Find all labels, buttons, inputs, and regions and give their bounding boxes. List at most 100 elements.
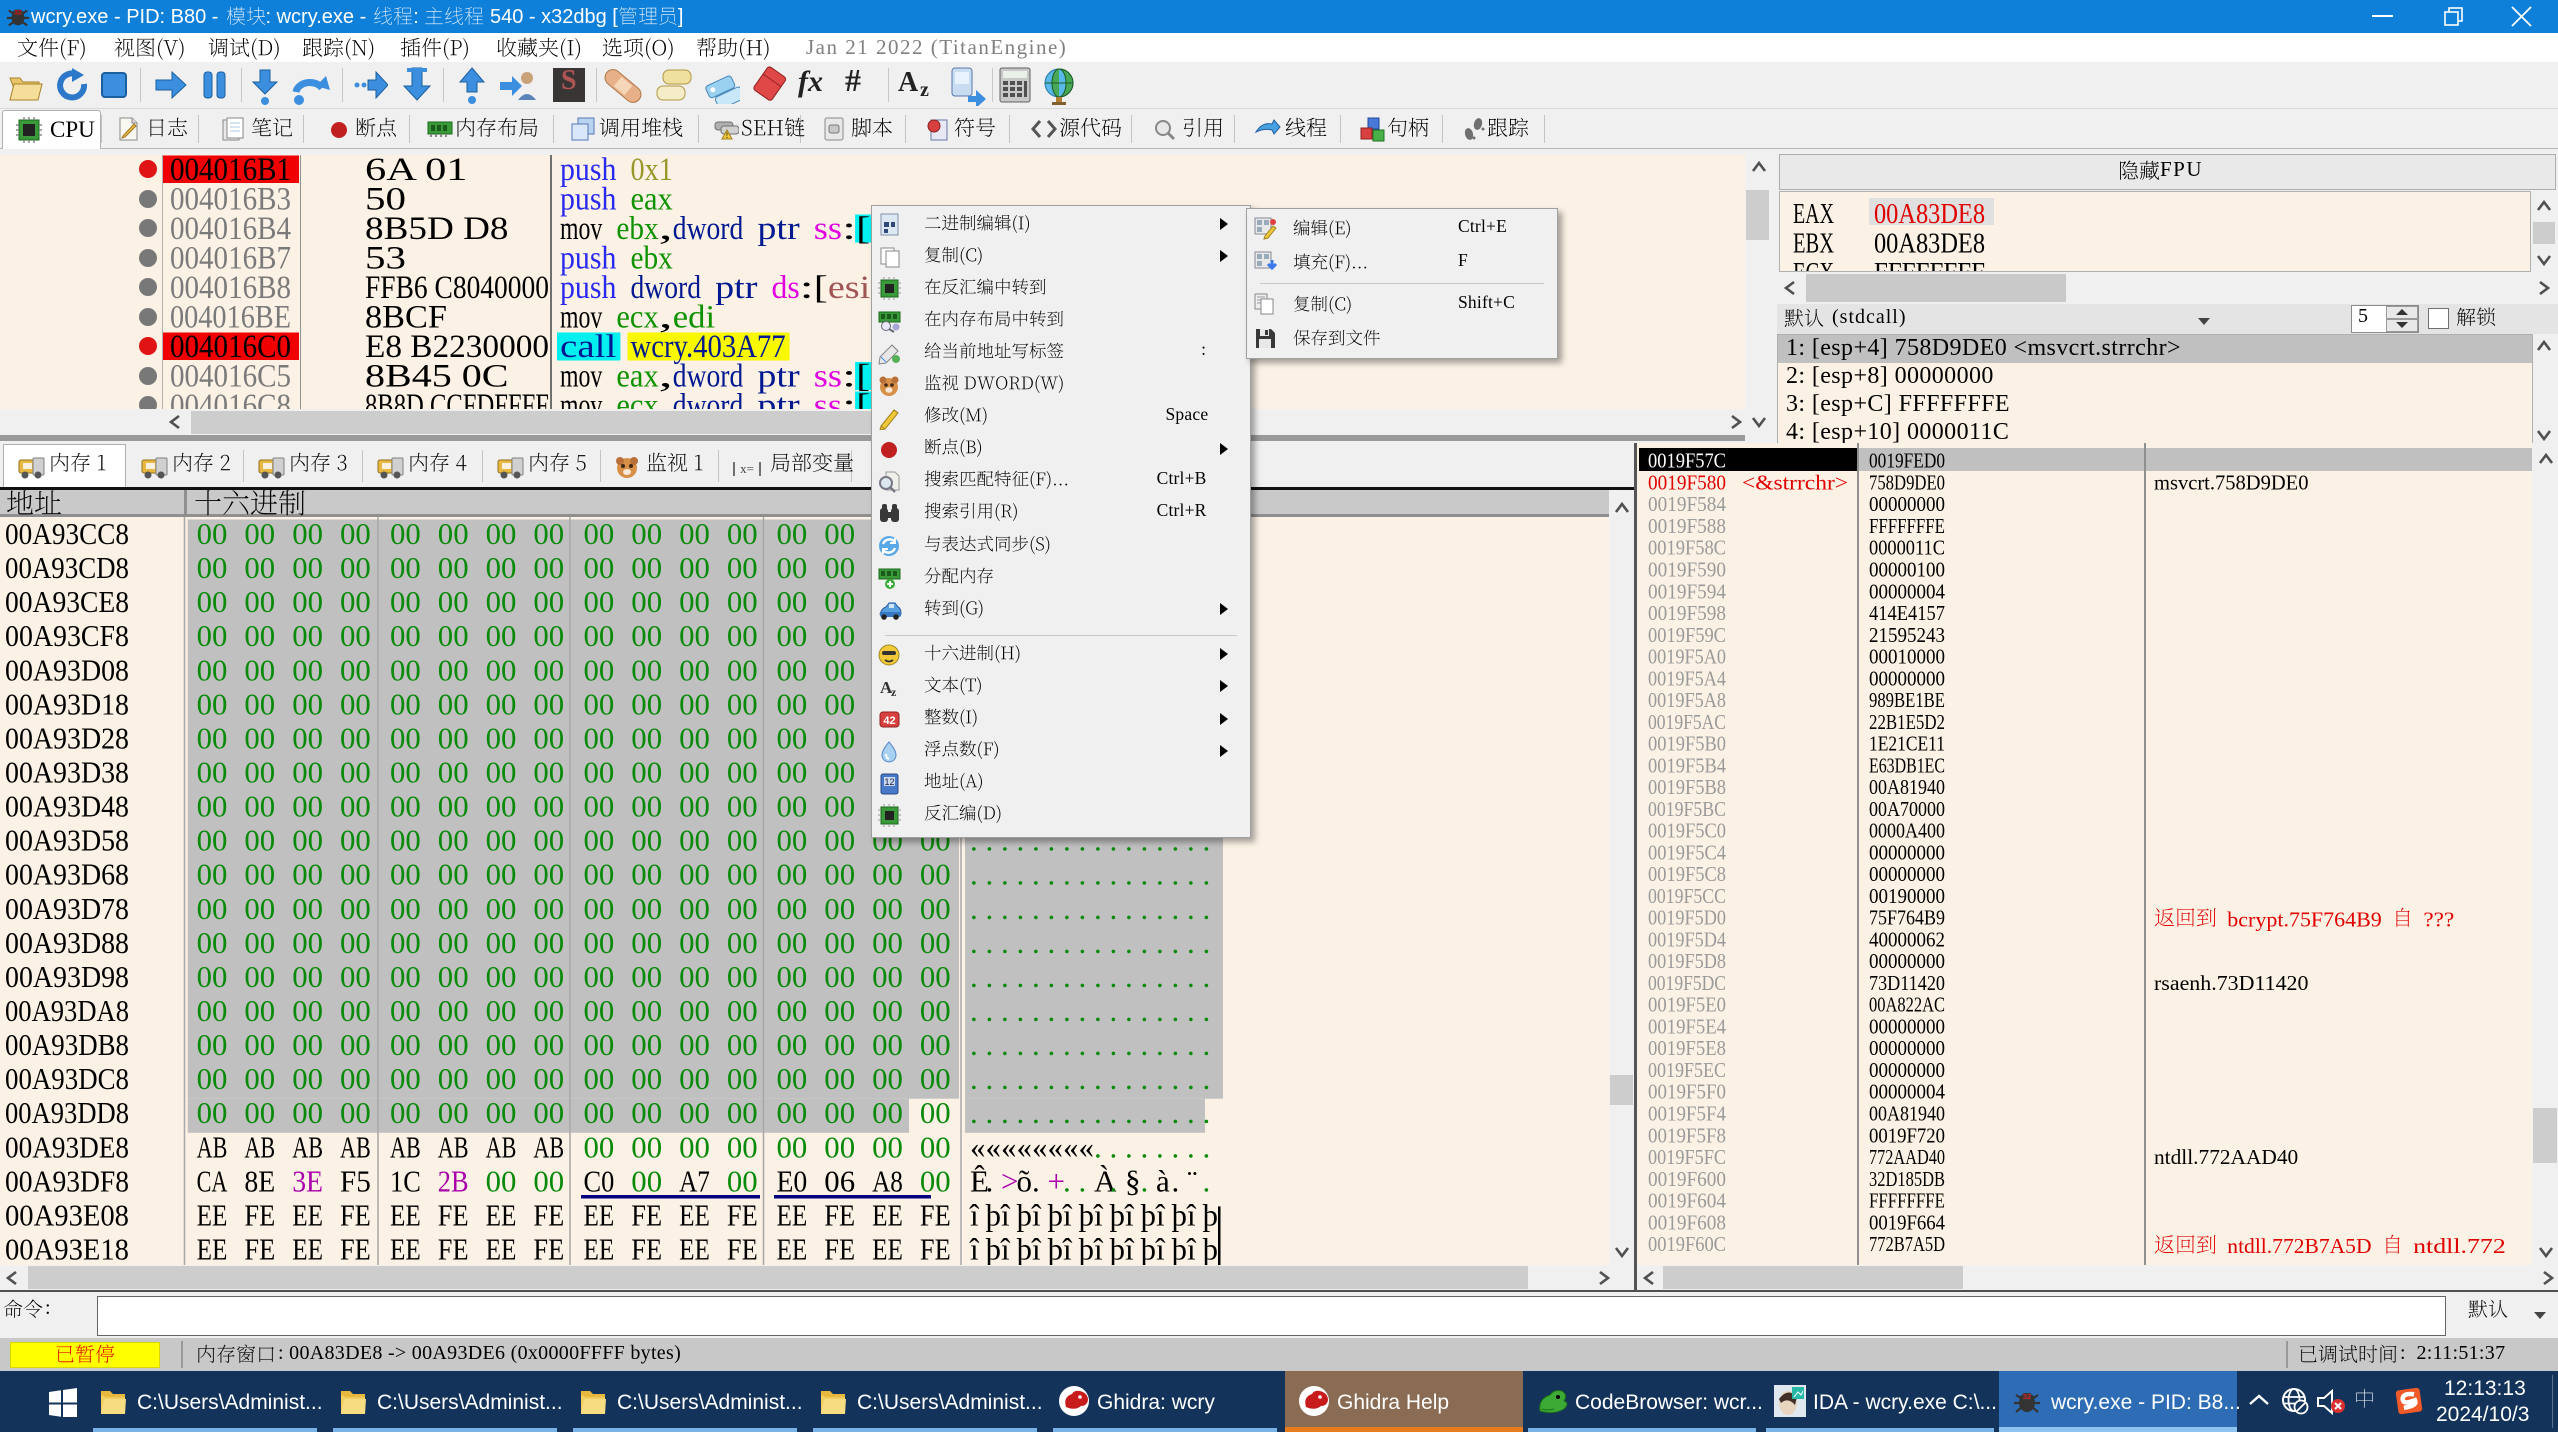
svg-text:00: 00 <box>872 891 903 926</box>
svg-text:00: 00 <box>197 1061 228 1096</box>
svg-text:FE: FE <box>920 1197 951 1232</box>
svg-text:00A93D98: 00A93D98 <box>5 959 129 994</box>
svg-text:00: 00 <box>872 925 903 960</box>
svg-text:00: 00 <box>777 1027 808 1062</box>
svg-text:00: 00 <box>340 550 371 585</box>
svg-text:00: 00 <box>486 720 517 755</box>
svg-text:.: . <box>970 925 978 960</box>
svg-text:.: . <box>1032 891 1040 926</box>
svg-text:0019F5FC: 0019F5FC <box>1648 1145 1726 1169</box>
svg-text:0019F5A4: 0019F5A4 <box>1648 666 1726 690</box>
svg-text:00: 00 <box>292 517 323 551</box>
svg-text:00: 00 <box>584 959 615 994</box>
svg-text:FE: FE <box>727 1232 758 1266</box>
svg-text:00: 00 <box>727 857 758 892</box>
svg-text:00A93D88: 00A93D88 <box>5 925 129 960</box>
svg-text:þ: þ <box>1079 1197 1095 1232</box>
svg-text:00A93CF8: 00A93CF8 <box>5 618 129 653</box>
svg-text:î: î <box>1124 1197 1135 1232</box>
svg-text:00: 00 <box>438 652 469 687</box>
svg-text:þ: þ <box>1048 1232 1064 1266</box>
svg-text:AB: AB <box>533 1129 564 1164</box>
svg-text:00: 00 <box>727 1027 758 1062</box>
svg-text:.: . <box>1032 1095 1040 1130</box>
svg-text:FE: FE <box>340 1232 371 1266</box>
svg-text:00: 00 <box>584 993 615 1028</box>
svg-text:21595243: 21595243 <box>1869 623 1945 647</box>
svg-text:00: 00 <box>727 584 758 619</box>
svg-text:.: . <box>1156 1095 1164 1130</box>
svg-text:00: 00 <box>197 652 228 687</box>
svg-text:00000000: 00000000 <box>1869 1015 1945 1039</box>
svg-text:00: 00 <box>390 755 421 790</box>
svg-text:00: 00 <box>920 1163 951 1198</box>
svg-text:.: . <box>1001 1095 1009 1130</box>
svg-text:.: . <box>1203 857 1211 892</box>
svg-text:00: 00 <box>679 1027 710 1062</box>
svg-text::: : <box>842 211 856 247</box>
svg-text:00: 00 <box>824 857 855 892</box>
svg-text:00: 00 <box>533 993 564 1028</box>
svg-text:.: . <box>1063 925 1071 960</box>
svg-text:00: 00 <box>824 1061 855 1096</box>
svg-text:00: 00 <box>631 686 662 721</box>
svg-text:.: . <box>1063 1095 1071 1130</box>
svg-text:00: 00 <box>244 959 275 994</box>
svg-text:dword: dword <box>673 211 744 247</box>
svg-text:00: 00 <box>197 1027 228 1062</box>
svg-text:00: 00 <box>292 652 323 687</box>
svg-text:00A93D28: 00A93D28 <box>5 720 129 755</box>
svg-text:00: 00 <box>486 1027 517 1062</box>
svg-text:00: 00 <box>584 550 615 585</box>
svg-text:E0: E0 <box>777 1163 808 1198</box>
svg-text:.: . <box>1172 959 1180 994</box>
svg-text:00: 00 <box>197 755 228 790</box>
svg-text:þ: þ <box>1110 1197 1126 1232</box>
svg-text:8B8D CCFDFFFF: 8B8D CCFDFFFF <box>365 388 549 409</box>
svg-text:î: î <box>1155 1232 1166 1266</box>
svg-text:.: . <box>1094 1027 1102 1062</box>
svg-text:00A93D18: 00A93D18 <box>5 686 129 721</box>
svg-text:00: 00 <box>486 925 517 960</box>
svg-text:.: . <box>970 959 978 994</box>
svg-text:.: . <box>1001 925 1009 960</box>
svg-text:.: . <box>1001 891 1009 926</box>
svg-text:00A93E08: 00A93E08 <box>5 1197 129 1232</box>
svg-text:00: 00 <box>390 891 421 926</box>
svg-text:.: . <box>1141 1061 1149 1096</box>
svg-text:0019F5A0: 0019F5A0 <box>1648 645 1726 669</box>
svg-text:.: . <box>1156 1061 1164 1096</box>
svg-text:00: 00 <box>727 517 758 551</box>
svg-text:.: . <box>1187 857 1195 892</box>
svg-text:.: . <box>1156 891 1164 926</box>
svg-text:EE: EE <box>872 1232 903 1266</box>
svg-text:00: 00 <box>872 1061 903 1096</box>
svg-text:00: 00 <box>340 993 371 1028</box>
svg-text:FFFFFFFF: FFFFFFFF <box>1874 258 1985 271</box>
svg-text:.: . <box>986 1095 994 1130</box>
svg-text:.: . <box>970 1061 978 1096</box>
svg-text:00: 00 <box>438 925 469 960</box>
svg-text:0019F598: 0019F598 <box>1648 601 1726 625</box>
svg-text:0019F720: 0019F720 <box>1869 1123 1945 1147</box>
svg-text:414E4157: 414E4157 <box>1869 601 1945 625</box>
svg-text:00A93DB8: 00A93DB8 <box>5 1027 129 1062</box>
svg-text:00: 00 <box>244 652 275 687</box>
svg-text:2B: 2B <box>438 1163 469 1198</box>
svg-text:.: . <box>986 959 994 994</box>
svg-text:.: . <box>1172 1061 1180 1096</box>
svg-text:00: 00 <box>631 891 662 926</box>
svg-text:.: . <box>1187 1027 1195 1062</box>
svg-text:00: 00 <box>390 1061 421 1096</box>
svg-text::: : <box>842 388 856 409</box>
svg-text:[: [ <box>814 270 828 306</box>
svg-text:00: 00 <box>438 823 469 858</box>
svg-text:00: 00 <box>533 720 564 755</box>
svg-text:.: . <box>1156 993 1164 1028</box>
svg-text:00: 00 <box>777 550 808 585</box>
svg-text:.: . <box>1079 857 1087 892</box>
svg-text:00: 00 <box>340 823 371 858</box>
svg-text:00A81940: 00A81940 <box>1869 775 1945 799</box>
svg-text:00: 00 <box>679 686 710 721</box>
svg-text:.: . <box>1125 1061 1133 1096</box>
